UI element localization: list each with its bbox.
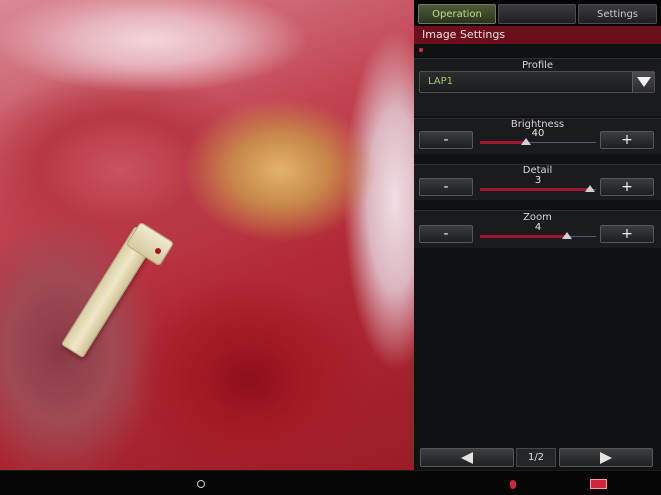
clip-marker [155, 248, 161, 254]
status-bar [0, 470, 661, 495]
detail-slider[interactable] [480, 182, 596, 196]
slider-fill [480, 235, 567, 238]
previous-page-button[interactable] [420, 448, 514, 467]
brightness-plus-button[interactable]: + [600, 131, 654, 149]
zoom-slider[interactable] [480, 229, 596, 243]
next-page-button[interactable] [559, 448, 653, 467]
endoscope-video-feed [0, 0, 414, 470]
slider-fill [480, 188, 591, 191]
page-indicator: 1/2 [516, 448, 556, 467]
slider-thumb[interactable] [562, 232, 572, 239]
tab-blank[interactable] [498, 4, 576, 24]
zoom-minus-button[interactable]: - [419, 225, 473, 243]
tab-operation[interactable]: Operation [418, 4, 496, 24]
tab-settings[interactable]: Settings [578, 4, 657, 24]
chevron-down-icon[interactable] [632, 72, 654, 92]
section-title: Image Settings [414, 26, 661, 44]
detail-minus-button[interactable]: - [419, 178, 473, 196]
settings-panel: Operation Settings Image Settings Profil… [414, 0, 661, 470]
battery-icon [590, 479, 607, 489]
zoom-plus-button[interactable]: + [600, 225, 654, 243]
connection-icon [197, 480, 205, 488]
slider-fill [480, 141, 527, 144]
profile-value: LAP1 [428, 76, 454, 87]
slider-thumb[interactable] [521, 138, 532, 145]
record-icon [510, 480, 516, 489]
brightness-minus-button[interactable]: - [419, 131, 473, 149]
profile-label: Profile [521, 60, 554, 71]
detail-plus-button[interactable]: + [600, 178, 654, 196]
profile-select[interactable]: LAP1 [419, 71, 655, 93]
slider-thumb[interactable] [585, 185, 596, 192]
brightness-slider[interactable] [480, 135, 596, 149]
tab-bar: Operation Settings [414, 0, 661, 26]
indicator-dot-icon [419, 48, 423, 52]
pager: 1/2 [414, 446, 661, 468]
